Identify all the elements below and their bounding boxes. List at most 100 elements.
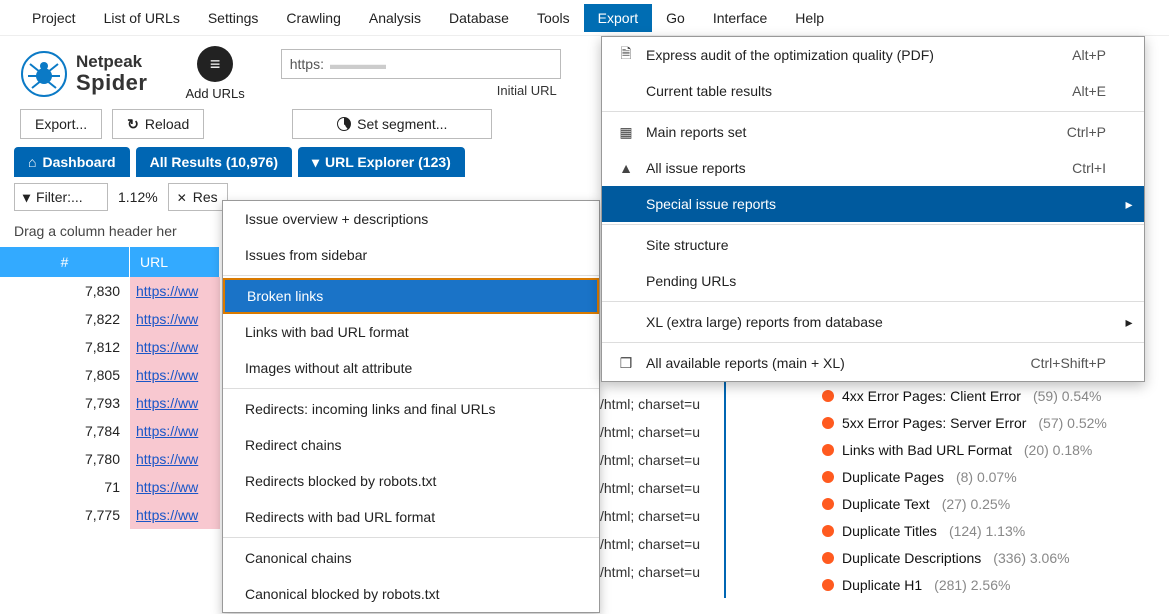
issue-row[interactable]: Duplicate H1 (281) 2.56% [822,571,1144,598]
separator [223,388,599,389]
cell-content-type: /html; charset=u [600,530,722,558]
initial-url-input[interactable]: https:▬▬▬▬ [281,49,561,79]
cell-url[interactable]: https://ww [130,361,220,389]
funnel-icon [312,154,319,171]
submenu-item[interactable]: Redirects blocked by robots.txt [223,463,599,499]
cell-num: 7,793 [0,395,130,411]
export-menu-label: All issue reports [646,160,1062,176]
cell-content-type: /html; charset=u [600,390,722,418]
col-header-num[interactable]: # [0,247,130,277]
submenu-item[interactable]: Canonical blocked by robots.txt [223,576,599,612]
export-menu-item[interactable]: ▦Main reports setCtrl+P [602,114,1144,150]
filter-box[interactable]: ▾Filter:... [14,183,108,211]
export-menu-label: Special issue reports [646,196,1096,212]
submenu-item[interactable]: Links with bad URL format [223,314,599,350]
export-menu-label: All available reports (main + XL) [646,355,1021,371]
issue-meta: (57) 0.52% [1038,415,1106,431]
issue-row[interactable]: 5xx Error Pages: Server Error(57) 0.52% [822,409,1144,436]
export-dropdown: 🗎Express audit of the optimization quali… [601,36,1145,382]
submenu-item[interactable]: Redirects: incoming links and final URLs [223,391,599,427]
export-menu-item[interactable]: XL (extra large) reports from database▸ [602,304,1144,340]
reload-icon [127,116,139,133]
issue-label: 4xx Error Pages: Client Error [842,388,1021,404]
export-menu-item[interactable]: ▲All issue reportsCtrl+I [602,150,1144,186]
issue-meta: (124) 1.13% [949,523,1025,539]
cell-content-type: /html; charset=u [600,474,722,502]
submenu-item[interactable]: Images without alt attribute [223,350,599,386]
menu-help[interactable]: Help [781,4,838,32]
export-menu-item[interactable]: Pending URLs [602,263,1144,299]
export-menu-item[interactable]: Special issue reports ▸ [602,186,1144,222]
shortcut-label: Ctrl+I [1072,160,1112,176]
issue-dot-icon [822,498,834,510]
issues-panel: 4xx Error Pages: Client Error(59) 0.54%5… [724,382,1144,598]
cell-url[interactable]: https://ww [130,333,220,361]
issue-meta: (281) 2.56% [934,577,1010,593]
issue-label: Duplicate H1 [842,577,922,593]
issue-dot-icon [822,390,834,402]
cell-url[interactable]: https://ww [130,389,220,417]
cell-url[interactable]: https://ww [130,501,220,529]
menu-database[interactable]: Database [435,4,523,32]
issue-dot-icon [822,552,834,564]
submenu-item[interactable]: Issue overview + descriptions [223,201,599,237]
separator [602,301,1144,302]
issue-dot-icon [822,444,834,456]
col-header-url[interactable]: URL [130,247,220,277]
pie-icon [337,117,351,131]
menu-interface[interactable]: Interface [699,4,781,32]
issue-row[interactable]: Duplicate Titles(124) 1.13% [822,517,1144,544]
export-menu-item[interactable]: 🗎Express audit of the optimization quali… [602,37,1144,73]
initial-url-group: https:▬▬▬▬ Initial URL [281,49,561,98]
issue-meta: (27) 0.25% [942,496,1010,512]
add-urls-button[interactable]: ≡ Add URLs [185,46,244,101]
cell-num: 7,830 [0,283,130,299]
tab-all-results[interactable]: All Results (10,976) [136,147,292,177]
issue-row[interactable]: Links with Bad URL Format(20) 0.18% [822,436,1144,463]
menu-analysis[interactable]: Analysis [355,4,435,32]
spider-icon [20,50,68,98]
cell-num: 7,780 [0,451,130,467]
cell-url[interactable]: https://ww [130,445,220,473]
cell-url[interactable]: https://ww [130,473,220,501]
set-segment-button[interactable]: Set segment... [292,109,492,139]
submenu-item[interactable]: Redirect chains [223,427,599,463]
cell-num: 7,805 [0,367,130,383]
issue-dot-icon [822,417,834,429]
submenu-item[interactable]: Broken links [223,278,599,314]
submenu-item[interactable]: Redirects with bad URL format [223,499,599,535]
cell-num: 71 [0,479,130,495]
chevron-right-icon: ▸ [1122,196,1136,213]
export-menu-label: Current table results [646,83,1062,99]
submenu-item[interactable]: Canonical chains [223,540,599,576]
pdf-icon: 🗎 [616,43,636,67]
cell-url[interactable]: https://ww [130,277,220,305]
issue-meta: (8) 0.07% [956,469,1017,485]
tab-url-explorer[interactable]: URL Explorer (123) [298,147,465,177]
menu-tools[interactable]: Tools [523,4,584,32]
menu-list-of-urls[interactable]: List of URLs [90,4,194,32]
issue-row[interactable]: Duplicate Text (27) 0.25% [822,490,1144,517]
export-menu-item[interactable]: Current table resultsAlt+E [602,73,1144,109]
cell-url[interactable]: https://ww [130,417,220,445]
cell-url[interactable]: https://ww [130,305,220,333]
issue-row[interactable]: Duplicate Pages(8) 0.07% [822,463,1144,490]
menu-go[interactable]: Go [652,4,699,32]
export-menu-item[interactable]: ❒All available reports (main + XL)Ctrl+S… [602,345,1144,381]
menu-project[interactable]: Project [18,4,90,32]
export-button[interactable]: Export... [20,109,102,139]
reload-button[interactable]: Reload [112,109,204,139]
menu-settings[interactable]: Settings [194,4,273,32]
issue-dot-icon [822,525,834,537]
issue-row[interactable]: Duplicate Descriptions(336) 3.06% [822,544,1144,571]
menu-crawling[interactable]: Crawling [272,4,354,32]
export-menu-item[interactable]: Site structure [602,227,1144,263]
tab-dashboard[interactable]: Dashboard [14,147,130,177]
issue-label: Duplicate Text [842,496,930,512]
issue-row[interactable]: 4xx Error Pages: Client Error(59) 0.54% [822,382,1144,409]
reset-filter-button[interactable]: Res [168,183,228,211]
submenu-item[interactable]: Issues from sidebar [223,237,599,273]
menu-export[interactable]: Export [584,4,652,32]
list-icon: ≡ [197,46,233,82]
grid-icon: ▦ [616,124,636,141]
